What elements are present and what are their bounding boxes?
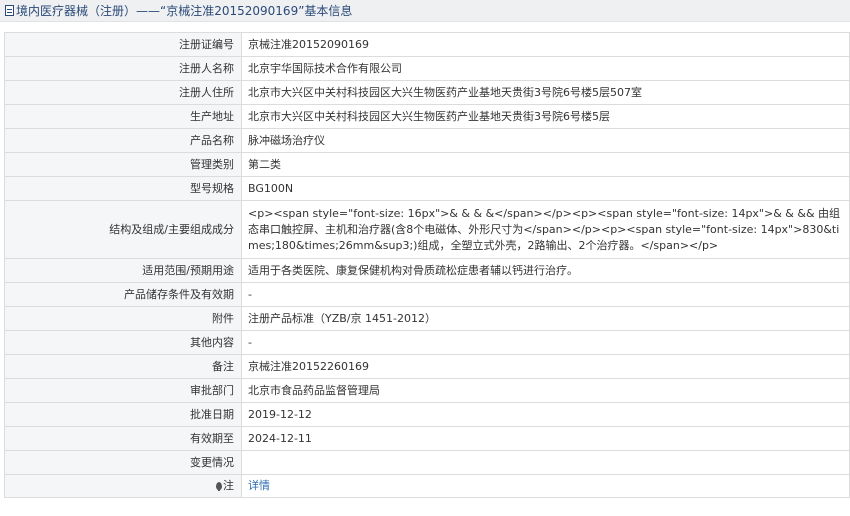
table-row: 型号规格 BG100N xyxy=(4,176,850,201)
row-value: 京械注准20152090169 xyxy=(241,32,850,57)
row-value: BG100N xyxy=(241,176,850,201)
table-row: 有效期至 2024-12-11 xyxy=(4,426,850,451)
row-value: 脉冲磁场治疗仪 xyxy=(241,128,850,153)
row-value: 北京市大兴区中关村科技园区大兴生物医药产业基地天贵街3号院6号楼5层 xyxy=(241,104,850,129)
pin-icon xyxy=(216,482,222,491)
row-value: <p><span style="font-size: 16px">& & & &… xyxy=(241,200,850,259)
table-row: 注册人名称 北京宇华国际技术合作有限公司 xyxy=(4,56,850,81)
table-row: 其他内容 - xyxy=(4,330,850,355)
row-value: 北京市大兴区中关村科技园区大兴生物医药产业基地天贵街3号院6号楼5层507室 xyxy=(241,80,850,105)
row-label: 产品储存条件及有效期 xyxy=(4,282,242,307)
table-row: 变更情况 xyxy=(4,450,850,475)
row-label: 生产地址 xyxy=(4,104,242,129)
table-row: 适用范围/预期用途 适用于各类医院、康复保健机构对骨质疏松症患者辅以钙进行治疗。 xyxy=(4,258,850,283)
row-label: 注册人名称 xyxy=(4,56,242,81)
document-icon xyxy=(5,5,14,16)
row-label: 注册证编号 xyxy=(4,32,242,57)
page-title: 境内医疗器械（注册）——“京械注准20152090169”基本信息 xyxy=(16,4,353,18)
table-row: 结构及组成/主要组成成分 <p><span style="font-size: 1… xyxy=(4,200,850,259)
table-row: 注册人住所 北京市大兴区中关村科技园区大兴生物医药产业基地天贵街3号院6号楼5层5… xyxy=(4,80,850,105)
row-value: - xyxy=(241,330,850,355)
row-label: 管理类别 xyxy=(4,152,242,177)
table-row: 附件 注册产品标准（YZB/京 1451-2012） xyxy=(4,306,850,331)
row-label: 审批部门 xyxy=(4,378,242,403)
row-value: 第二类 xyxy=(241,152,850,177)
table-row: 管理类别 第二类 xyxy=(4,152,850,177)
row-value: 注册产品标准（YZB/京 1451-2012） xyxy=(241,306,850,331)
info-table: 注册证编号 京械注准20152090169 注册人名称 北京宇华国际技术合作有限公司… xyxy=(4,32,850,498)
table-row: 批准日期 2019-12-12 xyxy=(4,402,850,427)
row-label: 注册人住所 xyxy=(4,80,242,105)
row-value: 2019-12-12 xyxy=(241,402,850,427)
table-row: 产品名称 脉冲磁场治疗仪 xyxy=(4,128,850,153)
table-row: 注册证编号 京械注准20152090169 xyxy=(4,32,850,57)
row-label: 适用范围/预期用途 xyxy=(4,258,242,283)
row-value: 适用于各类医院、康复保健机构对骨质疏松症患者辅以钙进行治疗。 xyxy=(241,258,850,283)
row-value: 北京宇华国际技术合作有限公司 xyxy=(241,56,850,81)
row-value xyxy=(241,450,850,475)
row-label: 备注 xyxy=(4,354,242,379)
note-label-cell: 注 xyxy=(4,474,242,498)
row-value: 2024-12-11 xyxy=(241,426,850,451)
table-row: 备注 京械注准20152260169 xyxy=(4,354,850,379)
details-link[interactable]: 详情 xyxy=(248,479,270,492)
row-value: 北京市食品药品监督管理局 xyxy=(241,378,850,403)
row-label: 批准日期 xyxy=(4,402,242,427)
table-row: 生产地址 北京市大兴区中关村科技园区大兴生物医药产业基地天贵街3号院6号楼5层 xyxy=(4,104,850,129)
note-label: 注 xyxy=(223,479,234,492)
table-row: 产品储存条件及有效期 - xyxy=(4,282,850,307)
row-label: 其他内容 xyxy=(4,330,242,355)
row-label: 附件 xyxy=(4,306,242,331)
row-label: 变更情况 xyxy=(4,450,242,475)
row-label: 结构及组成/主要组成成分 xyxy=(4,200,242,259)
row-label: 型号规格 xyxy=(4,176,242,201)
row-value: 京械注准20152260169 xyxy=(241,354,850,379)
row-value: - xyxy=(241,282,850,307)
page-title-bar: 境内医疗器械（注册）——“京械注准20152090169”基本信息 xyxy=(0,0,850,22)
row-label: 有效期至 xyxy=(4,426,242,451)
table-row: 注 详情 xyxy=(4,474,850,498)
table-row: 审批部门 北京市食品药品监督管理局 xyxy=(4,378,850,403)
row-label: 产品名称 xyxy=(4,128,242,153)
note-value-cell: 详情 xyxy=(241,474,850,498)
